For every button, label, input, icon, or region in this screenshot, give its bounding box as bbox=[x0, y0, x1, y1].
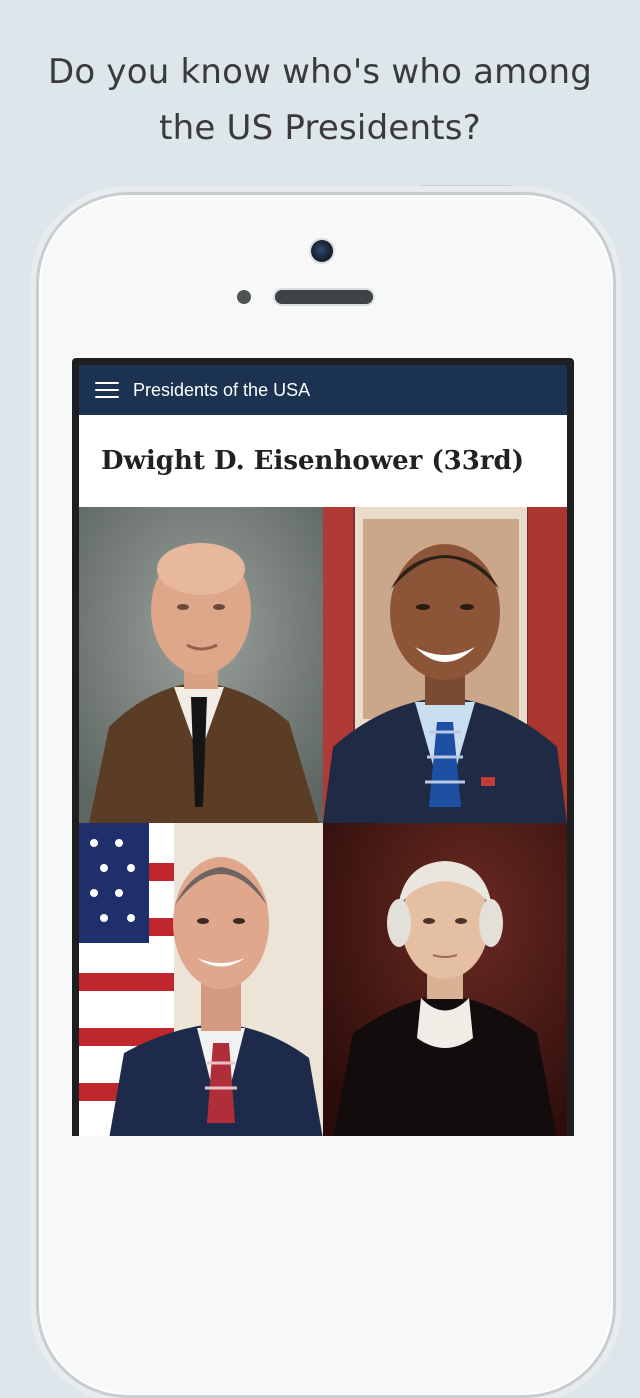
app-screen: Presidents of the USA Dwight D. Eisenhow… bbox=[79, 365, 567, 1136]
portrait-option-3[interactable] bbox=[79, 823, 323, 1136]
app-bar: Presidents of the USA bbox=[79, 365, 567, 415]
front-camera-icon bbox=[311, 240, 333, 262]
question-name: Dwight D. Eisenhower (33rd) bbox=[101, 446, 525, 476]
promo-title: Do you know who's who among the US Presi… bbox=[0, 44, 640, 156]
question-bar: Dwight D. Eisenhower (33rd) bbox=[79, 415, 567, 508]
promo-title-line-1: Do you know who's who among bbox=[47, 52, 592, 92]
answer-grid bbox=[79, 507, 567, 1136]
earpiece-speaker bbox=[275, 290, 373, 304]
promo-title-line-2: the US Presidents? bbox=[159, 108, 481, 148]
phone-top-button bbox=[420, 185, 512, 191]
proximity-sensor bbox=[237, 290, 251, 304]
portrait-option-2[interactable] bbox=[323, 507, 567, 823]
app-title: Presidents of the USA bbox=[133, 380, 311, 400]
phone-screen: Presidents of the USA Dwight D. Eisenhow… bbox=[72, 358, 574, 1136]
hamburger-menu-icon[interactable] bbox=[95, 380, 119, 400]
portrait-option-4[interactable] bbox=[323, 823, 567, 1136]
portrait-option-1[interactable] bbox=[79, 507, 323, 823]
